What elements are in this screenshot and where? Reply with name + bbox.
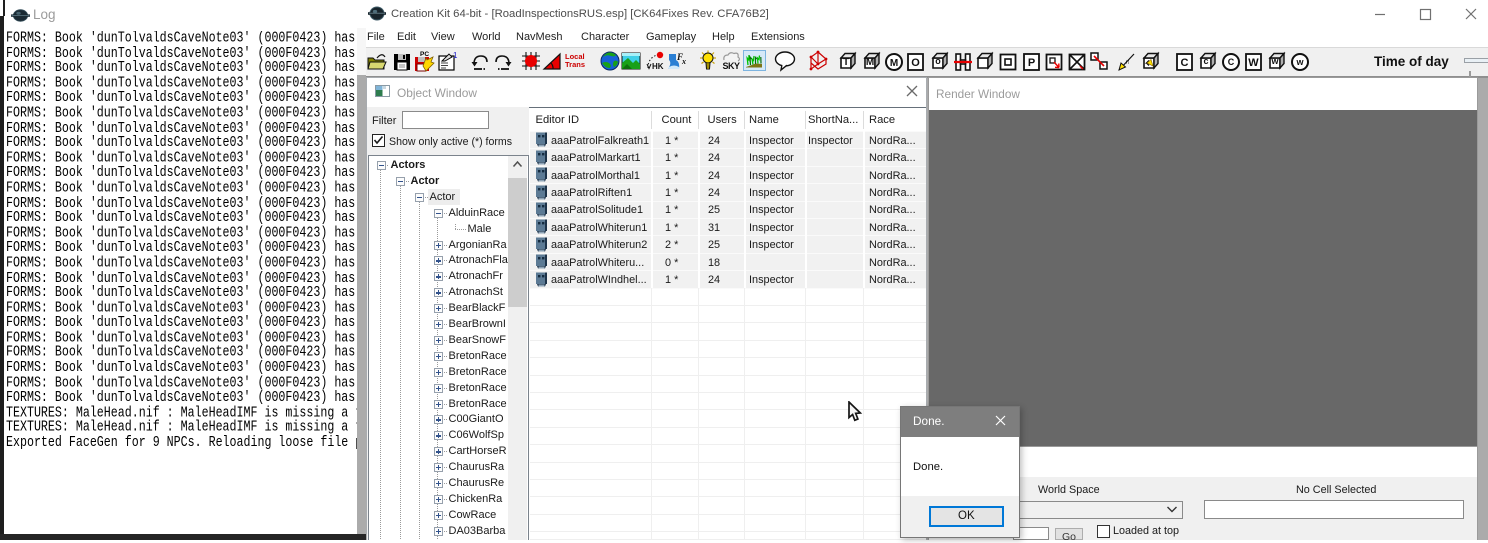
svg-text:M: M <box>866 57 874 68</box>
svg-text:HK: HK <box>652 62 664 71</box>
svg-text:SKY: SKY <box>723 61 741 71</box>
svg-text:PC: PC <box>420 51 429 58</box>
svg-text:W: W <box>1248 57 1259 69</box>
svg-text:1: 1 <box>453 51 458 60</box>
svg-text:T: T <box>843 57 849 68</box>
svg-text:P: P <box>1028 57 1035 69</box>
svg-text:o: o <box>935 56 941 66</box>
svg-text:x: x <box>681 57 686 66</box>
svg-text:w: w <box>1295 57 1304 67</box>
svg-text:O: O <box>911 57 920 69</box>
svg-text:w: w <box>1270 56 1279 66</box>
svg-text:C: C <box>1228 57 1235 67</box>
svg-text:c: c <box>1203 56 1208 66</box>
svg-text:M: M <box>889 58 897 69</box>
svg-text:Trans: Trans <box>565 60 585 69</box>
svg-text:C: C <box>1181 57 1189 69</box>
